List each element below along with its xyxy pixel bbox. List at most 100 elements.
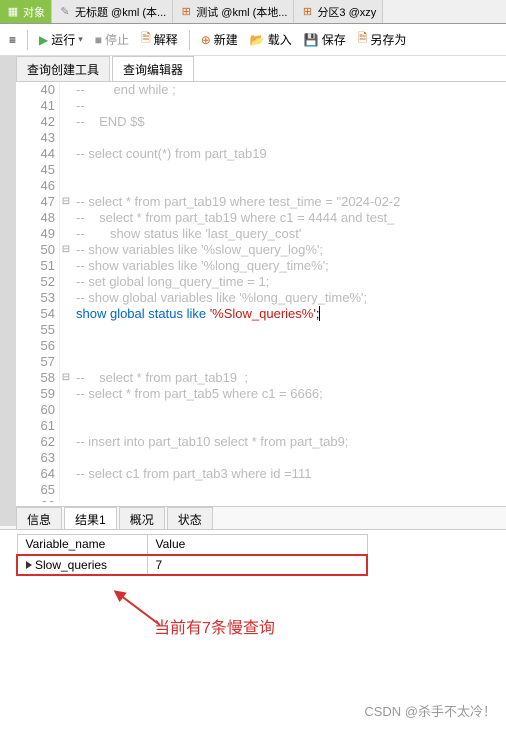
query-sub-tabs: 查询创建工具 查询编辑器 <box>0 56 506 82</box>
line-number: 61 <box>16 418 60 434</box>
code-line: -- insert into part_tab10 select * from … <box>72 434 348 450</box>
saveas-button[interactable]: 🗎另存为 <box>353 26 412 53</box>
tab-partition3[interactable]: ⊞ 分区3 @xzy <box>294 0 383 23</box>
line-number: 52 <box>16 274 60 290</box>
line-number: 43 <box>16 130 60 146</box>
btn-label: 保存 <box>322 31 346 48</box>
line-number: 63 <box>16 450 60 466</box>
line-number: 65 <box>16 482 60 498</box>
code-line: -- END $$ <box>72 114 145 130</box>
line-number: 66 <box>16 498 60 502</box>
query-icon: ⊞ <box>300 5 314 19</box>
code-line <box>72 402 76 418</box>
tab-query-builder[interactable]: 查询创建工具 <box>16 56 110 81</box>
fold-icon[interactable]: ⊟ <box>60 370 72 386</box>
fold-icon[interactable]: ⊟ <box>60 194 72 210</box>
line-number: 60 <box>16 402 60 418</box>
tab-status[interactable]: 状态 <box>167 507 213 529</box>
code-line <box>72 482 76 498</box>
code-line: -- show variables like '%slow_query_log%… <box>72 242 323 258</box>
code-line: -- show variables like '%long_query_time… <box>72 258 329 274</box>
column-header[interactable]: Variable_name <box>17 535 147 555</box>
code-line: -- select * from part_tab19 where c1 = 4… <box>72 210 394 226</box>
tab-profile[interactable]: 概况 <box>119 507 165 529</box>
line-number: 51 <box>16 258 60 274</box>
tab-test[interactable]: ⊞ 测试 @kml (本地... <box>173 0 294 23</box>
line-number: 54 <box>16 306 60 322</box>
line-number: 58 <box>16 370 60 386</box>
code-line <box>72 130 76 146</box>
save-icon: 💾 <box>304 33 319 47</box>
code-line: show global status like '%Slow_queries%'… <box>72 306 320 322</box>
tab-objects[interactable]: ▦ 对象 <box>0 0 52 23</box>
query-icon: ✎ <box>58 5 72 19</box>
code-line: -- select count(*) from part_tab19 <box>72 146 267 162</box>
line-number: 64 <box>16 466 60 482</box>
separator <box>189 30 190 50</box>
line-number: 56 <box>16 338 60 354</box>
menu-button[interactable]: ≡ <box>4 30 21 50</box>
line-number: 53 <box>16 290 60 306</box>
btn-label: 停止 <box>105 31 129 48</box>
code-line <box>72 178 76 194</box>
column-header[interactable]: Value <box>147 535 367 555</box>
code-line <box>72 354 76 370</box>
explain-button[interactable]: 🗎解释 <box>136 26 183 53</box>
sql-editor[interactable]: 40-- end while ; 41-- 42-- END $$ 43 44-… <box>16 82 506 502</box>
tab-label: 测试 @kml (本地... <box>196 4 287 20</box>
watermark: CSDN @杀手不太冷！ <box>364 701 496 720</box>
line-number: 59 <box>16 386 60 402</box>
line-number: 40 <box>16 82 60 98</box>
row-indicator-icon <box>26 561 32 569</box>
left-panel-collapsed <box>0 56 16 526</box>
new-button[interactable]: ⊕新建 <box>196 28 243 51</box>
code-line: -- select * from part_tab19 ; <box>72 370 248 386</box>
btn-label: 解释 <box>154 31 178 48</box>
load-icon: 📂 <box>250 33 265 47</box>
btn-label: 另存为 <box>370 31 406 48</box>
stop-icon: ■ <box>95 33 102 47</box>
result-grid[interactable]: Variable_name Value Slow_queries 7 <box>16 534 490 576</box>
btn-label: 运行 <box>51 31 75 48</box>
code-line <box>72 322 76 338</box>
table-header-row: Variable_name Value <box>17 535 367 555</box>
code-line: -- select * from part_tab5 where c1 = 66… <box>72 386 323 402</box>
code-line <box>72 498 76 502</box>
tab-untitled[interactable]: ✎ 无标题 @kml (本... <box>52 0 173 23</box>
annotation-text: 当前有7条慢查询 <box>154 614 275 638</box>
table-row[interactable]: Slow_queries 7 <box>17 555 367 575</box>
code-line <box>72 450 76 466</box>
save-button[interactable]: 💾保存 <box>299 28 351 51</box>
line-number: 49 <box>16 226 60 242</box>
stop-button[interactable]: ■停止 <box>90 28 134 51</box>
line-number: 45 <box>16 162 60 178</box>
window-tabs: ▦ 对象 ✎ 无标题 @kml (本... ⊞ 测试 @kml (本地... ⊞… <box>0 0 506 24</box>
tab-info[interactable]: 信息 <box>16 507 62 529</box>
tab-result1[interactable]: 结果1 <box>64 507 117 529</box>
play-icon: ▶ <box>39 33 48 47</box>
separator <box>27 30 28 50</box>
tab-label: 对象 <box>23 4 45 20</box>
btn-label: 载入 <box>268 31 292 48</box>
line-number: 48 <box>16 210 60 226</box>
tab-query-editor[interactable]: 查询编辑器 <box>112 56 194 81</box>
line-number: 41 <box>16 98 60 114</box>
load-button[interactable]: 📂载入 <box>245 28 297 51</box>
line-number: 50 <box>16 242 60 258</box>
run-button[interactable]: ▶运行▾ <box>34 28 88 51</box>
line-number: 47 <box>16 194 60 210</box>
btn-label: 新建 <box>214 31 238 48</box>
cell-value: 7 <box>147 555 367 575</box>
code-line: -- select * from part_tab19 where test_t… <box>72 194 400 210</box>
explain-icon: 🗎 <box>141 29 151 50</box>
result-tabs: 信息 结果1 概况 状态 <box>0 506 506 530</box>
line-number: 44 <box>16 146 60 162</box>
cell-variable-name: Slow_queries <box>17 555 147 575</box>
code-line: -- set global long_query_time = 1; <box>72 274 269 290</box>
tab-label: 分区3 @xzy <box>317 4 376 20</box>
code-line: -- <box>72 98 85 114</box>
table-icon: ▦ <box>6 5 20 19</box>
fold-icon[interactable]: ⊟ <box>60 242 72 258</box>
line-number: 55 <box>16 322 60 338</box>
new-icon: ⊕ <box>201 33 211 47</box>
